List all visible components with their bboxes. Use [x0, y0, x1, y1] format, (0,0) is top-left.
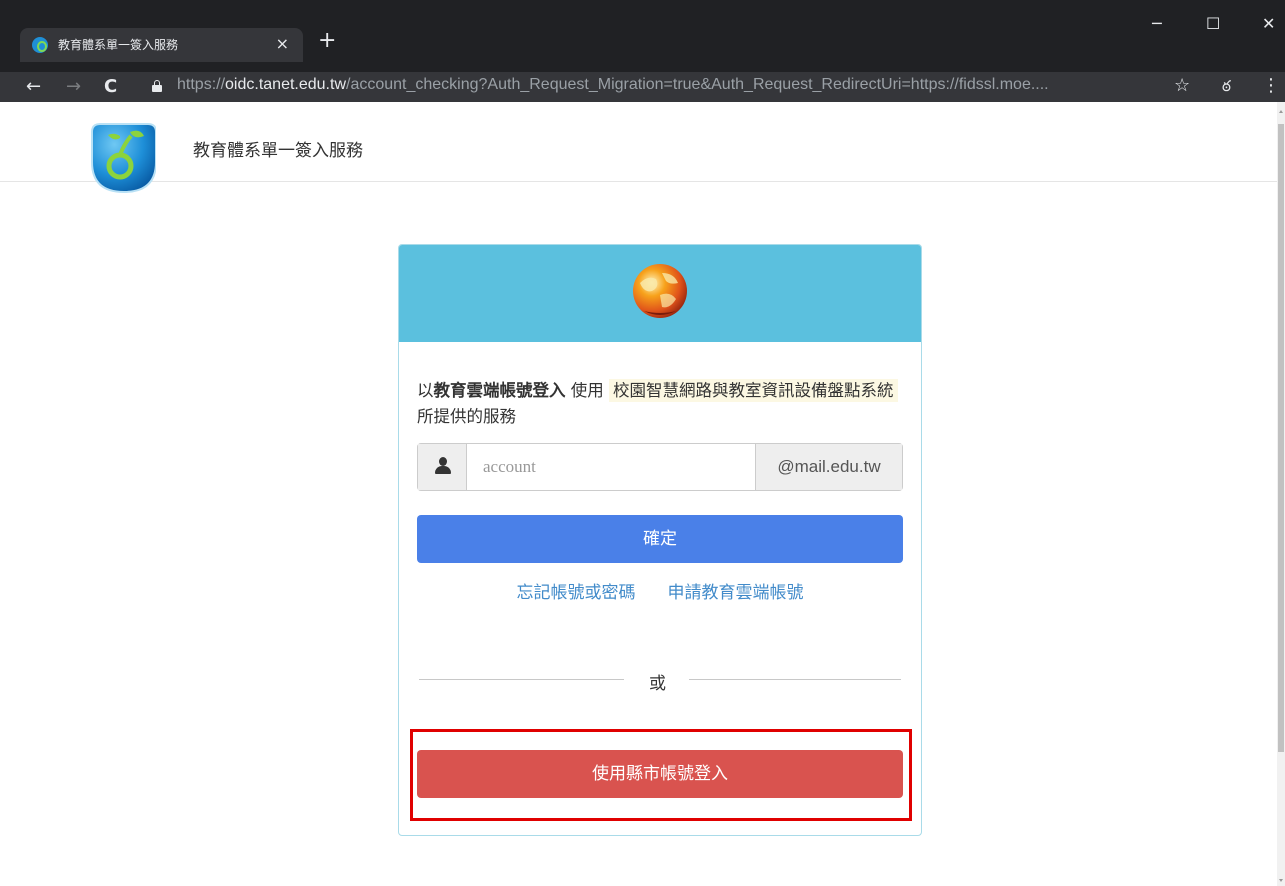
email-domain-addon: @mail.edu.tw [755, 444, 902, 490]
browser-titlebar: 教育體系單一簽入服務 × + ─ ☐ ✕ [0, 0, 1285, 72]
new-tab-icon[interactable]: + [318, 28, 336, 53]
maximize-icon[interactable]: ☐ [1206, 14, 1220, 33]
browser-tab[interactable]: 教育體系單一簽入服務 × [20, 28, 303, 62]
scrollbar[interactable] [1277, 102, 1285, 886]
reload-icon[interactable]: C [104, 76, 117, 97]
account-links: 忘記帳號或密碼 申請教育雲端帳號 [399, 578, 921, 603]
confirm-button[interactable]: 確定 [417, 515, 903, 563]
incognito-icon[interactable]: ఠ [1222, 77, 1231, 99]
globe-icon [633, 264, 687, 318]
site-logo-icon[interactable] [84, 122, 156, 194]
intro-prefix: 以 [417, 381, 434, 400]
address-bar[interactable]: https://oidc.tanet.edu.tw/account_checki… [177, 76, 1049, 94]
scroll-up-icon[interactable] [1279, 110, 1283, 113]
site-title: 教育體系單一簽入服務 [193, 141, 363, 161]
or-text: 或 [649, 674, 666, 694]
tab-title: 教育體系單一簽入服務 [58, 38, 179, 52]
lock-icon[interactable] [152, 80, 162, 92]
login-panel: 以教育雲端帳號登入 使用 校園智慧網路與教室資訊設備盤點系統 所提供的服務 @m… [398, 244, 922, 836]
apply-account-link[interactable]: 申請教育雲端帳號 [668, 583, 804, 603]
forward-icon[interactable]: → [66, 76, 81, 97]
account-addon [418, 444, 467, 490]
page: 教育體系單一簽入服務 以教育雲端帳號登入 使用 校園智慧網路與教室資訊設備盤點系… [0, 102, 1285, 886]
site-header: 教育體系單一簽入服務 [0, 102, 1277, 194]
user-icon [435, 457, 451, 475]
account-input-group: @mail.edu.tw [417, 443, 903, 491]
login-intro: 以教育雲端帳號登入 使用 校園智慧網路與教室資訊設備盤點系統 所提供的服務 [417, 378, 907, 430]
intro-suffix: 所提供的服務 [417, 407, 516, 426]
intro-strong: 教育雲端帳號登入 [433, 381, 566, 400]
scroll-down-icon[interactable] [1279, 879, 1283, 882]
url-path: /account_checking?Auth_Request_Migration… [346, 76, 1049, 93]
minimize-icon[interactable]: ─ [1152, 14, 1162, 33]
panel-header [399, 245, 921, 342]
account-input[interactable] [468, 444, 756, 490]
scrollbar-thumb[interactable] [1278, 124, 1284, 752]
service-name: 校園智慧網路與教室資訊設備盤點系統 [609, 379, 898, 402]
window-close-icon[interactable]: ✕ [1262, 14, 1275, 33]
url-scheme: https:// [177, 76, 226, 93]
browser-menu-icon[interactable]: ⋮ [1262, 75, 1280, 96]
bookmark-star-icon[interactable]: ☆ [1174, 75, 1190, 96]
divider-line-right [689, 679, 901, 680]
county-login-button[interactable]: 使用縣市帳號登入 [417, 750, 903, 798]
tab-favicon-icon [32, 37, 48, 53]
intro-use: 使用 [570, 381, 604, 400]
url-host: oidc.tanet.edu.tw [225, 76, 346, 93]
divider-line-left [419, 679, 624, 680]
forgot-account-link[interactable]: 忘記帳號或密碼 [517, 583, 636, 603]
back-icon[interactable]: ← [26, 76, 41, 97]
browser-toolbar: ← → C https://oidc.tanet.edu.tw/account_… [0, 72, 1285, 102]
tab-close-icon[interactable]: × [276, 34, 289, 53]
